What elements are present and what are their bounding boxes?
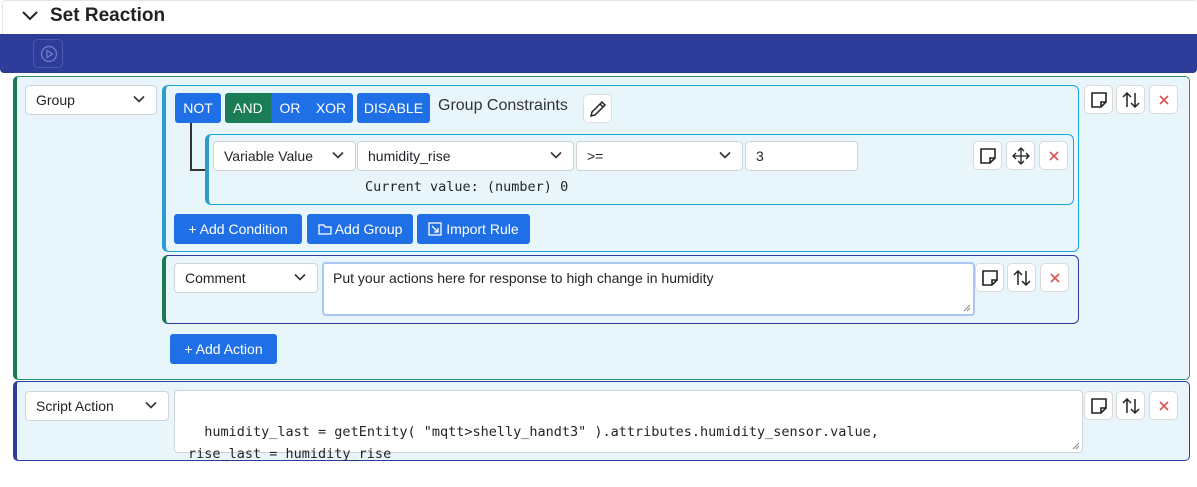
group-constraints-label: Group Constraints (438, 97, 568, 114)
entity-select[interactable]: humidity_rise (357, 141, 574, 171)
add-group-icon (317, 224, 332, 235)
script-code-editor[interactable]: humidity_last = getEntity( "mqtt>shelly_… (174, 390, 1083, 462)
reorder-script-button[interactable] (1116, 391, 1145, 420)
disable-button[interactable]: DISABLE (357, 93, 430, 123)
note-icon (1091, 92, 1107, 108)
script-type-value: Script Action (36, 398, 114, 414)
copy-group-button[interactable] (1084, 85, 1113, 114)
chevron-down-icon (332, 151, 344, 159)
and-button[interactable]: AND (225, 93, 271, 123)
sort-arrows-icon (1122, 397, 1140, 415)
comparison-value-input[interactable]: 3 (745, 141, 858, 171)
comment-text: Put your actions here for response to hi… (333, 270, 714, 286)
add-action-label: Add Action (195, 341, 263, 357)
condition-type-value: Variable Value (224, 148, 313, 164)
note-icon (982, 270, 998, 286)
import-rule-label: Import Rule (446, 221, 519, 237)
copy-script-button[interactable] (1084, 391, 1113, 420)
delete-script-button[interactable] (1149, 391, 1178, 420)
sort-arrows-icon (1013, 269, 1031, 287)
chevron-down-icon (133, 95, 145, 103)
chevron-down-icon[interactable] (20, 6, 40, 26)
move-icon (1012, 147, 1030, 165)
chevron-down-icon (719, 151, 731, 159)
copy-comment-button[interactable] (975, 263, 1004, 292)
import-rule-button[interactable]: Import Rule (417, 214, 530, 244)
close-icon (1159, 401, 1169, 411)
edit-constraints-button[interactable] (583, 94, 612, 123)
operator-select[interactable]: >= (576, 141, 743, 171)
not-button[interactable]: NOT (175, 93, 221, 123)
chevron-down-icon (550, 151, 562, 159)
sort-arrows-icon (1122, 91, 1140, 109)
condition-type-select[interactable]: Variable Value (213, 141, 356, 171)
resize-grip-icon[interactable] (963, 304, 971, 312)
plus-icon: + (188, 221, 200, 237)
group-type-select[interactable]: Group (25, 85, 157, 115)
move-condition-button[interactable] (1006, 141, 1035, 170)
delete-comment-button[interactable] (1040, 263, 1069, 292)
xor-button[interactable]: XOR (309, 93, 353, 123)
reaction-toolbar (0, 34, 1197, 73)
chevron-down-icon (294, 273, 306, 281)
reorder-group-button[interactable] (1116, 85, 1145, 114)
run-button[interactable] (33, 39, 63, 68)
chevron-down-icon (145, 401, 157, 409)
plus-icon: + (184, 341, 196, 357)
add-condition-button[interactable]: + Add Condition (174, 214, 302, 244)
section-title: Set Reaction (50, 5, 166, 26)
or-button[interactable]: OR (271, 93, 309, 123)
resize-grip-icon[interactable] (1072, 442, 1080, 450)
comment-textarea[interactable]: Put your actions here for response to hi… (322, 262, 975, 316)
reorder-comment-button[interactable] (1007, 263, 1036, 292)
add-action-button[interactable]: + Add Action (170, 334, 277, 364)
import-icon (428, 222, 443, 236)
comment-type-select[interactable]: Comment (174, 263, 318, 293)
close-icon (1159, 95, 1169, 105)
comment-type-value: Comment (185, 270, 246, 286)
entity-value: humidity_rise (368, 148, 451, 164)
group-type-value: Group (36, 92, 75, 108)
note-icon (980, 148, 996, 164)
add-condition-label: Add Condition (199, 221, 288, 237)
current-value-text: Current value: (number) 0 (365, 179, 569, 195)
script-type-select[interactable]: Script Action (25, 391, 169, 421)
comparison-value: 3 (756, 148, 764, 164)
add-group-button[interactable]: Add Group (307, 214, 413, 244)
copy-condition-button[interactable] (973, 141, 1002, 170)
play-icon (40, 45, 58, 63)
close-icon (1049, 151, 1059, 161)
pencil-icon (589, 100, 607, 118)
operator-value: >= (587, 148, 604, 164)
note-icon (1091, 398, 1107, 414)
delete-condition-button[interactable] (1039, 141, 1068, 170)
add-group-label: Add Group (334, 221, 403, 237)
close-icon (1050, 273, 1060, 283)
delete-group-button[interactable] (1149, 85, 1178, 114)
section-header[interactable]: Set Reaction (0, 0, 1197, 35)
